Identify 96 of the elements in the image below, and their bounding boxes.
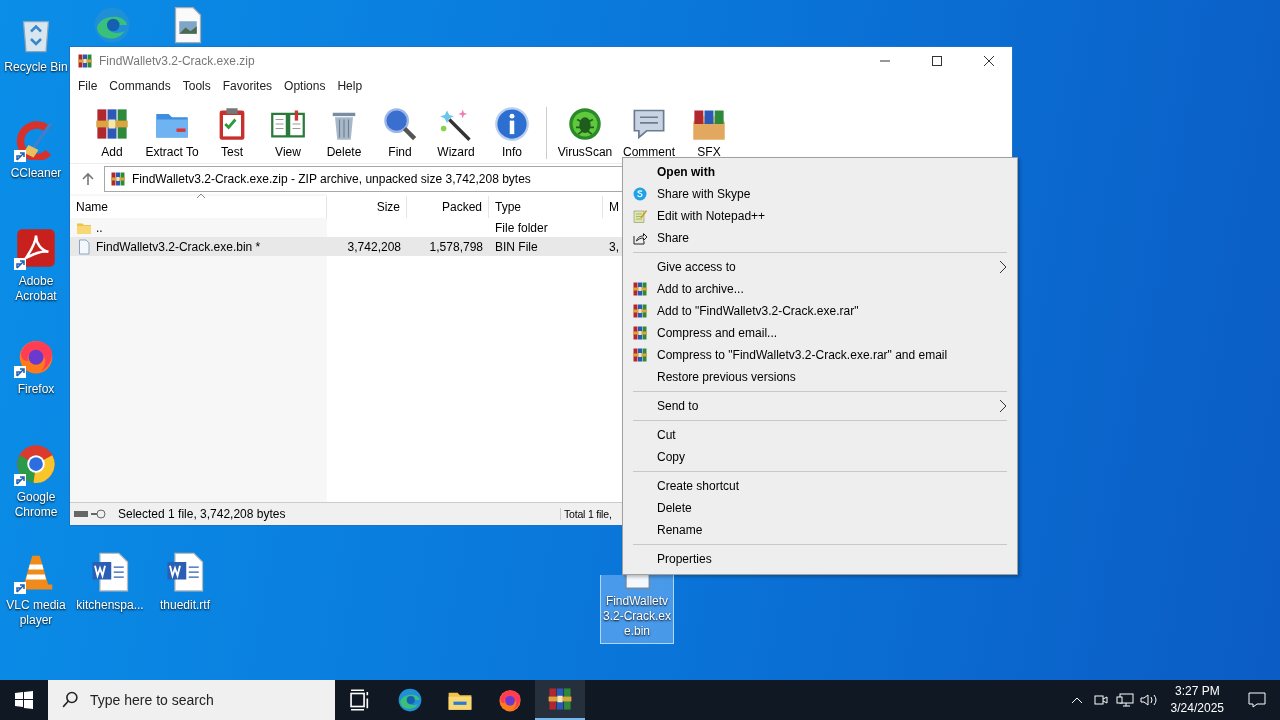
menu-item[interactable]: Help bbox=[331, 79, 369, 93]
info-icon bbox=[494, 106, 530, 142]
camera-icon[interactable] bbox=[1093, 693, 1108, 707]
archive-books-icon bbox=[632, 281, 648, 297]
menu-item[interactable]: Compress and email... bbox=[623, 322, 1017, 344]
file-icon bbox=[76, 238, 92, 255]
menu-item[interactable]: Compress to "FindWalletv3.2-Crack.exe.rar" and email bbox=[623, 344, 1017, 366]
icon-label: Google Chrome bbox=[13, 490, 59, 520]
search-field[interactable]: Type here to search bbox=[48, 680, 335, 720]
table-cell: File folder bbox=[495, 220, 548, 235]
icon-label: thuedit.rtf bbox=[159, 598, 211, 613]
drive-key-icon bbox=[74, 508, 108, 520]
word-document-icon bbox=[90, 552, 130, 592]
menu-item[interactable]: Give access to bbox=[623, 256, 1017, 278]
toolbar-button[interactable]: Wizard bbox=[428, 106, 484, 159]
menu-item[interactable]: Copy bbox=[623, 446, 1017, 468]
acrobat-icon bbox=[16, 228, 56, 268]
menu-item[interactable]: Properties bbox=[623, 548, 1017, 570]
toolbar-button[interactable]: Extract To bbox=[140, 106, 204, 159]
menu-item[interactable]: Create shortcut bbox=[623, 475, 1017, 497]
edge-icon bbox=[92, 5, 132, 45]
icon-label: Recycle Bin bbox=[3, 60, 69, 75]
desktop-icon[interactable]: Recycle Bin bbox=[0, 10, 73, 79]
close-icon bbox=[984, 56, 994, 66]
archive-books-icon bbox=[632, 303, 648, 319]
icon-label: Adobe Acrobat bbox=[14, 274, 58, 304]
table-cell: 3, bbox=[609, 239, 619, 254]
menu-item[interactable]: Favorites bbox=[216, 79, 279, 93]
toolbar-button[interactable]: Find bbox=[372, 106, 428, 159]
toolbar-button[interactable]: Add bbox=[84, 106, 140, 159]
menu-item[interactable]: Tools bbox=[176, 79, 217, 93]
bug-icon bbox=[567, 106, 603, 142]
network-icon[interactable] bbox=[1115, 693, 1134, 707]
icon-label: FindWalletv3.2-Crack.exe.bin bbox=[602, 594, 672, 639]
archive-books-icon bbox=[632, 325, 648, 341]
toolbar-button[interactable]: View bbox=[260, 106, 316, 159]
desktop-icon[interactable]: Firefox bbox=[0, 332, 73, 401]
table-cell: BIN File bbox=[495, 239, 538, 254]
chevron-up-icon[interactable] bbox=[1070, 696, 1083, 704]
archive-books-icon bbox=[77, 53, 93, 69]
status-text: Total 1 file, bbox=[560, 508, 612, 520]
table-cell: 3,742,208 bbox=[347, 239, 401, 254]
archive-books-icon bbox=[547, 686, 573, 712]
menu-item[interactable]: File bbox=[72, 79, 104, 93]
archive-books-icon bbox=[110, 171, 126, 187]
volume-icon[interactable] bbox=[1139, 693, 1158, 707]
file-name: .. bbox=[96, 220, 103, 235]
chrome-icon bbox=[16, 444, 56, 484]
taskbar-button[interactable] bbox=[535, 680, 585, 720]
menu-item[interactable]: Options bbox=[278, 79, 332, 93]
magnifier-icon bbox=[382, 106, 418, 142]
maximize-icon bbox=[932, 56, 942, 66]
menu-item[interactable]: Cut bbox=[623, 424, 1017, 446]
table-cell: 1,578,798 bbox=[429, 239, 483, 254]
icon-label: VLC media player bbox=[5, 598, 67, 628]
status-text: Selected 1 file, 3,742,208 bytes bbox=[117, 507, 287, 521]
column-header[interactable]: Name bbox=[70, 196, 327, 218]
toolbar-button[interactable]: Info bbox=[484, 106, 540, 159]
menu-item[interactable]: Commands bbox=[103, 79, 177, 93]
archive-books-icon bbox=[632, 347, 648, 363]
notepad-icon bbox=[632, 208, 648, 224]
desktop-icon[interactable]: kitchenspa... bbox=[73, 548, 147, 617]
icon-label: CCleaner bbox=[9, 166, 63, 181]
archive-books-icon bbox=[94, 106, 130, 142]
desktop-icon[interactable]: CCleaner bbox=[0, 116, 73, 185]
desktop-icon[interactable]: Google Chrome bbox=[0, 440, 73, 524]
desktop-icon[interactable]: thuedit.rtf bbox=[148, 548, 222, 617]
toolbar-button[interactable]: VirusScan bbox=[553, 106, 617, 159]
menu-item[interactable]: Rename bbox=[623, 519, 1017, 541]
speech-bubble-icon bbox=[1248, 692, 1266, 708]
column-header[interactable]: Type bbox=[489, 196, 603, 218]
skype-icon bbox=[632, 186, 648, 202]
desktop-icon[interactable]: Adobe Acrobat bbox=[0, 224, 73, 308]
menu-item[interactable]: Delete bbox=[623, 497, 1017, 519]
icon-label: Firefox bbox=[16, 382, 56, 397]
menu-item[interactable]: Add to "FindWalletv3.2-Crack.exe.rar" bbox=[623, 300, 1017, 322]
up-arrow-icon[interactable] bbox=[82, 172, 94, 186]
windows-logo-icon bbox=[15, 691, 33, 709]
column-header[interactable]: Size bbox=[327, 196, 407, 218]
menu-item[interactable]: Restore previous versions bbox=[623, 366, 1017, 388]
edge-icon bbox=[397, 687, 423, 713]
search-icon bbox=[60, 690, 80, 710]
firefox-icon bbox=[497, 687, 523, 713]
share-icon bbox=[632, 230, 648, 246]
word-document-icon bbox=[165, 552, 205, 592]
desktop-icon[interactable]: VLC media player bbox=[0, 548, 73, 632]
window-title: FindWalletv3.2-Crack.exe.zip bbox=[99, 54, 256, 68]
file-name: FindWalletv3.2-Crack.exe.bin * bbox=[96, 239, 261, 254]
menu-item[interactable]: Send to bbox=[623, 395, 1017, 417]
menu-item[interactable]: Add to archive... bbox=[623, 278, 1017, 300]
toolbar-button[interactable]: Test bbox=[204, 106, 260, 159]
toolbar-button[interactable]: Delete bbox=[316, 106, 372, 159]
clock[interactable]: 3:27 PM 3/24/2025 bbox=[1160, 683, 1234, 717]
menu-item[interactable]: Edit with Notepad++ bbox=[623, 205, 1017, 227]
column-header[interactable]: Packed bbox=[407, 196, 489, 218]
icon-label: kitchenspa... bbox=[75, 598, 145, 613]
